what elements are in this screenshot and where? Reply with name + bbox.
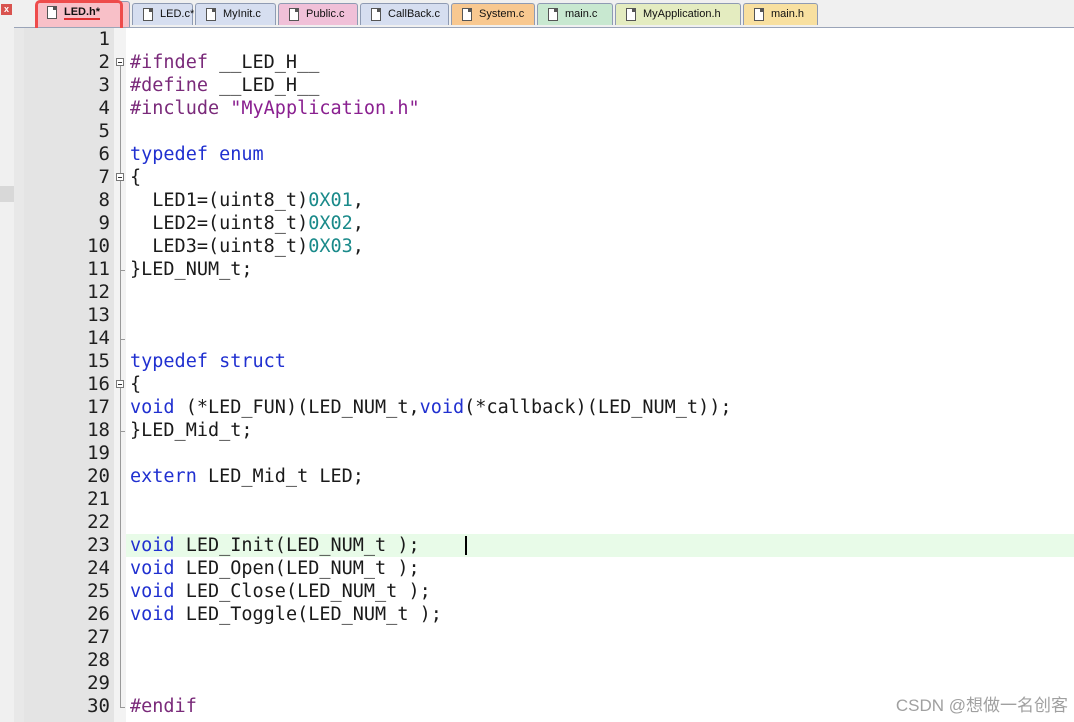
line-number: 15 xyxy=(87,350,110,372)
line-number: 6 xyxy=(98,143,110,165)
fold-toggle-icon[interactable] xyxy=(116,173,124,181)
code-line[interactable]: void LED_Init(LED_NUM_t ); xyxy=(130,534,420,557)
tab-callback-c[interactable]: CallBack.c xyxy=(360,3,449,25)
tab-bar: LED.h* LED.c* MyInit.c Public.c CallBack… xyxy=(14,0,1074,28)
line-number: 21 xyxy=(87,488,110,510)
code-line[interactable]: { xyxy=(130,373,141,396)
fold-toggle-icon[interactable] xyxy=(116,380,124,388)
tab-system-c[interactable]: System.c xyxy=(451,3,535,25)
code-line[interactable]: }LED_Mid_t; xyxy=(130,419,253,442)
code-line[interactable]: #endif xyxy=(130,695,197,718)
line-number: 25 xyxy=(87,580,110,602)
line-number: 20 xyxy=(87,465,110,487)
line-number: 24 xyxy=(87,557,110,579)
code-line[interactable]: LED2=(uint8_t)0X02, xyxy=(130,212,364,235)
code-line[interactable]: void LED_Close(LED_NUM_t ); xyxy=(130,580,431,603)
line-number: 18 xyxy=(87,419,110,441)
line-number: 29 xyxy=(87,672,110,694)
line-number: 23 xyxy=(87,534,110,556)
code-line[interactable]: LED3=(uint8_t)0X03, xyxy=(130,235,364,258)
tab-label: main.c xyxy=(565,8,598,20)
fold-guide xyxy=(120,273,121,339)
watermark: CSDN @想做一名创客 xyxy=(895,696,1068,715)
fold-toggle-icon[interactable] xyxy=(116,58,124,66)
code-line[interactable]: #include "MyApplication.h" xyxy=(130,97,420,120)
tab-label: System.c xyxy=(479,8,525,20)
document-icon xyxy=(462,8,472,21)
document-icon xyxy=(548,8,558,21)
tab-public-c[interactable]: Public.c xyxy=(278,3,358,25)
line-number: 12 xyxy=(87,281,110,303)
left-side-strip: x xyxy=(0,0,15,722)
line-number: 26 xyxy=(87,603,110,625)
fold-end xyxy=(120,707,125,708)
line-number: 14 xyxy=(87,327,110,349)
line-number: 17 xyxy=(87,396,110,418)
document-icon xyxy=(754,8,764,21)
document-icon xyxy=(289,8,299,21)
tab-label: MyApplication.h xyxy=(643,8,721,20)
tab-label: Public.c xyxy=(306,8,345,20)
tab-label: main.h xyxy=(771,8,805,20)
line-number: 27 xyxy=(87,626,110,648)
line-number: 2 xyxy=(98,51,110,73)
code-line[interactable]: void (*LED_FUN)(LED_NUM_t,void(*callback… xyxy=(130,396,731,419)
tab-main-h[interactable]: main.h xyxy=(743,3,818,25)
document-icon xyxy=(626,8,636,21)
line-number: 5 xyxy=(98,120,110,142)
code-line[interactable]: void LED_Toggle(LED_NUM_t ); xyxy=(130,603,442,626)
code-line[interactable]: typedef enum xyxy=(130,143,264,166)
code-editor[interactable]: 1 2 #ifndef __LED_H__ 3 #define __LED_H__ 4 #i… xyxy=(14,28,1074,722)
line-number: 30 xyxy=(87,695,110,717)
tab-myapplication-h[interactable]: MyApplication.h xyxy=(615,3,741,25)
tab-label: LED.c* xyxy=(160,8,195,20)
line-number: 11 xyxy=(87,258,110,280)
code-line[interactable]: LED1=(uint8_t)0X01, xyxy=(130,189,364,212)
code-line[interactable]: #define __LED_H__ xyxy=(130,74,319,97)
code-line[interactable]: }LED_NUM_t; xyxy=(130,258,253,281)
tab-main-c[interactable]: main.c xyxy=(537,3,613,25)
document-icon xyxy=(206,8,216,21)
close-icon[interactable]: x xyxy=(1,4,12,15)
line-number: 19 xyxy=(87,442,110,464)
fold-guide xyxy=(120,181,121,270)
code-line[interactable]: typedef struct xyxy=(130,350,286,373)
code-line[interactable]: extern LED_Mid_t LED; xyxy=(130,465,364,488)
tab-label: CallBack.c xyxy=(388,8,440,20)
line-number: 3 xyxy=(98,74,110,96)
line-number: 7 xyxy=(98,166,110,188)
tab-led-c[interactable]: LED.c* xyxy=(132,3,195,25)
code-line[interactable]: { xyxy=(130,166,141,189)
line-number: 8 xyxy=(98,189,110,211)
line-number: 1 xyxy=(98,28,110,50)
fold-guide xyxy=(120,388,121,431)
fold-end xyxy=(120,339,125,340)
document-icon xyxy=(143,8,153,21)
fold-end xyxy=(120,431,125,432)
line-number: 4 xyxy=(98,97,110,119)
line-number: 22 xyxy=(87,511,110,533)
line-number: 10 xyxy=(87,235,110,257)
document-icon xyxy=(371,8,381,21)
line-number: 9 xyxy=(98,212,110,234)
tab-label: MyInit.c xyxy=(223,8,261,20)
code-line[interactable]: #ifndef __LED_H__ xyxy=(130,51,319,74)
editor-margin xyxy=(14,28,24,722)
line-number: 16 xyxy=(87,373,110,395)
scroll-marker xyxy=(0,186,14,202)
line-number: 28 xyxy=(87,649,110,671)
text-caret xyxy=(465,536,467,555)
tab-myinit-c[interactable]: MyInit.c xyxy=(195,3,276,25)
line-number: 13 xyxy=(87,304,110,326)
code-line[interactable]: void LED_Open(LED_NUM_t ); xyxy=(130,557,420,580)
fold-end xyxy=(120,270,125,271)
